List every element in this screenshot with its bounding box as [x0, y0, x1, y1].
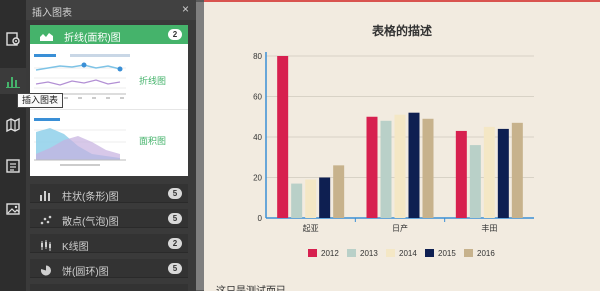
- bar-chart: 0 20 40 60 80 起亚 日产 丰田 2012 2013 2014 2015 2016: [253, 52, 534, 258]
- insert-chart-tooltip: 插入图表: [17, 93, 64, 108]
- x-tick-label: 日产: [392, 223, 408, 233]
- bar-2014-起亚: [305, 179, 317, 218]
- legend-swatch-2015: [425, 249, 434, 257]
- content-area: 表格的描述 0 20 40 60 80 起亚 日产 丰田 2012 2013 2014 2015 201…: [204, 0, 600, 291]
- text-tool-icon[interactable]: [0, 153, 26, 179]
- close-icon[interactable]: ×: [182, 2, 189, 16]
- bar-2014-丰田: [483, 126, 495, 218]
- category-label: 柱状(条形)图: [62, 192, 119, 203]
- category-count-badge: 5: [168, 213, 182, 224]
- category-label: 散点(气泡)图: [62, 217, 119, 228]
- category-line-area[interactable]: 折线(面积)图 2: [30, 25, 188, 44]
- y-tick-label: 0: [258, 214, 263, 223]
- category-label: 饼(圆环)图: [62, 267, 109, 278]
- pie-chart-icon: [40, 263, 52, 281]
- category-bar[interactable]: 柱状(条形)图 5: [30, 184, 188, 203]
- category-label: 折线(面积)图: [64, 33, 121, 44]
- bar-2013-丰田: [469, 145, 481, 218]
- legend-label-2015: 2015: [438, 249, 456, 258]
- category-count-badge: 2: [168, 238, 182, 249]
- category-count-badge: 2: [168, 29, 182, 40]
- legend-label-2014: 2014: [399, 249, 417, 258]
- insert-chart-panel: 插入图表 × 折线(面积)图 2 折线图 面积图 柱状(条形)图 5 散点(气泡…: [26, 0, 197, 291]
- bar-2012-日产: [366, 116, 378, 218]
- bar-2016-丰田: [511, 122, 523, 218]
- settings-tool-icon[interactable]: [0, 26, 26, 52]
- category-pie[interactable]: 饼(圆环)图 5: [30, 259, 188, 278]
- legend-swatch-2014: [386, 249, 395, 257]
- category-label: K线图: [62, 242, 89, 253]
- category-count-badge: 5: [168, 263, 182, 274]
- legend-swatch-2013: [347, 249, 356, 257]
- y-tick-label: 60: [253, 93, 262, 102]
- insert-chart-tool-icon[interactable]: [0, 68, 26, 94]
- line-chart-label: 折线图: [138, 76, 166, 86]
- legend-label-2013: 2013: [360, 249, 378, 258]
- panel-title: 插入图表: [32, 8, 72, 19]
- bar-2012-丰田: [455, 130, 467, 218]
- scrollbar-thumb[interactable]: [196, 2, 204, 290]
- legend-swatch-2016: [464, 249, 473, 257]
- bar-2016-日产: [422, 118, 434, 218]
- panel-scrollbar[interactable]: [196, 0, 204, 291]
- category-count-badge: 5: [168, 188, 182, 199]
- image-tool-icon[interactable]: [0, 196, 26, 222]
- panel-header: 插入图表 ×: [26, 0, 197, 20]
- legend-swatch-2012: [308, 249, 317, 257]
- category-scatter[interactable]: 散点(气泡)图 5: [30, 209, 188, 228]
- bar-2015-日产: [408, 112, 420, 218]
- area-chart-label: 面积图: [138, 136, 166, 146]
- legend-label-2012: 2012: [321, 249, 339, 258]
- body-text: 这只是测试而已: [216, 282, 286, 291]
- scatter-chart-icon: [40, 213, 52, 231]
- area-chart-thumbnail[interactable]: 面积图: [30, 110, 188, 176]
- x-tick-label: 丰田: [481, 223, 497, 233]
- bar-chart-icon: [40, 188, 52, 206]
- x-tick-label: 起亚: [303, 224, 319, 233]
- y-tick-label: 40: [253, 133, 262, 142]
- bar-2015-起亚: [319, 177, 331, 218]
- y-tick-label: 80: [253, 52, 262, 61]
- left-toolbar: [0, 0, 26, 291]
- y-tick-label: 20: [253, 174, 262, 183]
- chart-thumbnails: 折线图 面积图: [30, 44, 188, 176]
- bar-2012-起亚: [277, 56, 289, 218]
- category-candlestick[interactable]: K线图 2: [30, 234, 188, 253]
- bar-2014-日产: [394, 114, 406, 218]
- category-more[interactable]: [30, 284, 188, 291]
- map-tool-icon[interactable]: [0, 112, 26, 138]
- bar-2013-起亚: [291, 183, 303, 218]
- bar-2016-起亚: [333, 165, 345, 218]
- bar-2015-丰田: [497, 128, 509, 218]
- legend-label-2016: 2016: [477, 249, 495, 258]
- candlestick-chart-icon: [40, 238, 52, 256]
- bar-2013-日产: [380, 120, 392, 218]
